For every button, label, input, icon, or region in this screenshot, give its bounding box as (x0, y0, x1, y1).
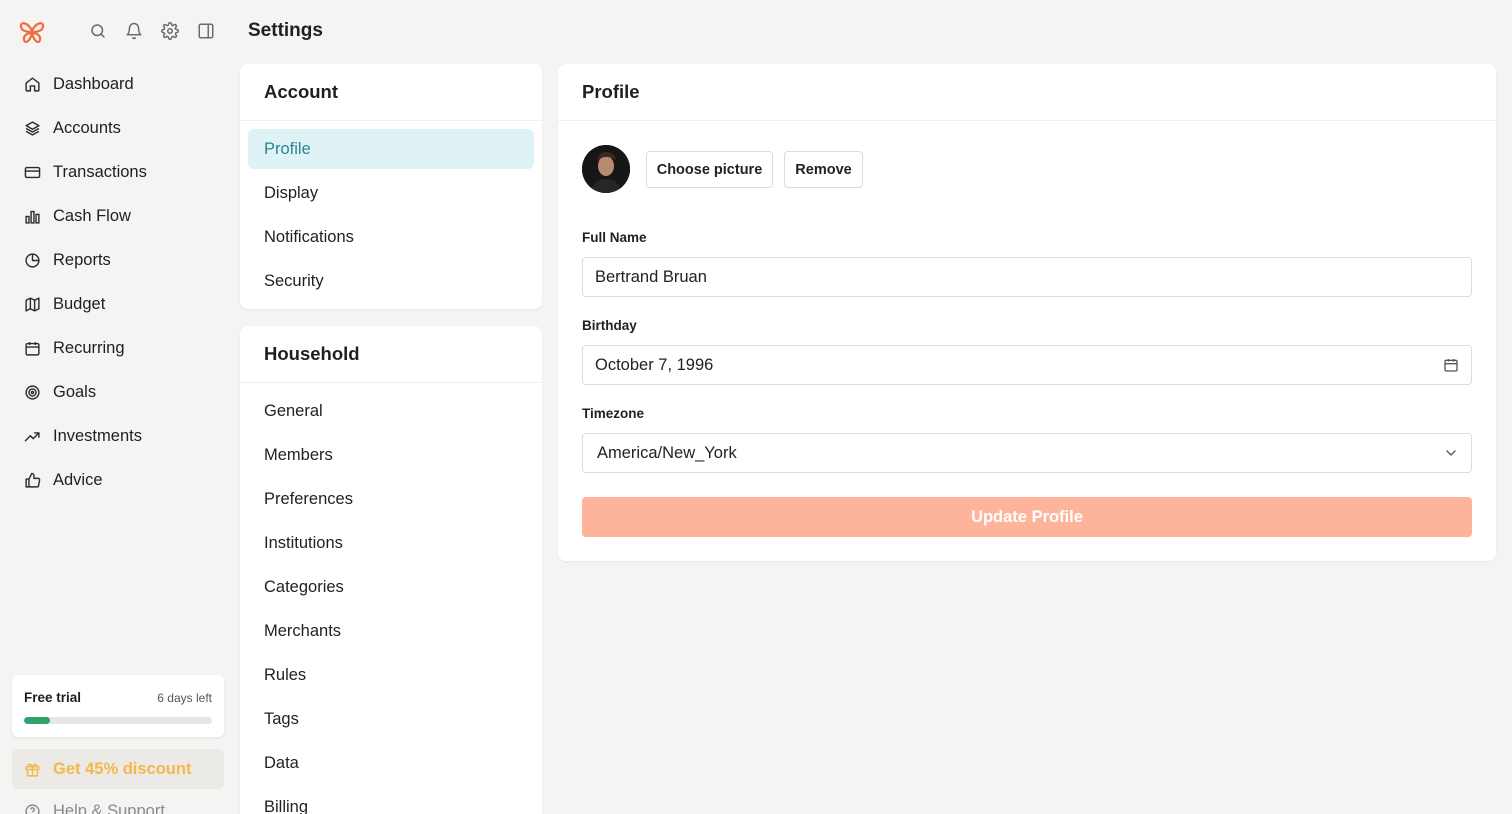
app-root: Settings Dashboard Accounts Transactions… (0, 0, 1512, 814)
settings-item-general[interactable]: General (248, 391, 534, 431)
settings-item-profile[interactable]: Profile (248, 129, 534, 169)
sidebar-item-dashboard[interactable]: Dashboard (12, 64, 224, 104)
credit-card-icon (24, 164, 41, 181)
sidebar-item-label: Dashboard (53, 74, 134, 93)
account-settings-card: Account Profile Display Notifications Se… (240, 64, 542, 309)
profile-title: Profile (558, 64, 1496, 121)
help-icon (24, 803, 41, 814)
birthday-value: October 7, 1996 (595, 355, 714, 374)
sidebar-item-transactions[interactable]: Transactions (12, 152, 224, 192)
household-section-title: Household (240, 326, 542, 383)
full-name-field[interactable]: Bertrand Bruan (582, 257, 1472, 297)
pie-chart-icon (24, 252, 41, 269)
sidebar-item-cash-flow[interactable]: Cash Flow (12, 196, 224, 236)
target-icon (24, 384, 41, 401)
page-title: Settings (248, 20, 323, 41)
settings-item-rules[interactable]: Rules (248, 655, 534, 695)
gear-icon[interactable] (161, 22, 179, 40)
sidebar-item-label: Recurring (53, 338, 125, 357)
settings-item-notifications[interactable]: Notifications (248, 217, 534, 257)
settings-item-institutions[interactable]: Institutions (248, 523, 534, 563)
gift-icon (24, 761, 41, 778)
settings-item-security[interactable]: Security (248, 261, 534, 301)
settings-item-members[interactable]: Members (248, 435, 534, 475)
choose-picture-button[interactable]: Choose picture (646, 151, 773, 188)
settings-item-display[interactable]: Display (248, 173, 534, 213)
sidebar-item-goals[interactable]: Goals (12, 372, 224, 412)
top-bar: Settings (0, 0, 1512, 64)
chevron-down-icon (1443, 445, 1459, 461)
update-profile-button[interactable]: Update Profile (582, 497, 1472, 537)
free-trial-card: Free trial 6 days left (12, 675, 224, 737)
trial-days-left: 6 days left (157, 691, 212, 705)
bar-chart-icon (24, 208, 41, 225)
timezone-label: Timezone (582, 406, 645, 421)
discount-button[interactable]: Get 45% discount (12, 749, 224, 789)
full-name-value: Bertrand Bruan (595, 267, 707, 286)
timezone-value: America/New_York (597, 443, 737, 462)
settings-item-preferences[interactable]: Preferences (248, 479, 534, 519)
home-icon (24, 76, 41, 93)
sidebar-item-label: Transactions (53, 162, 147, 181)
settings-item-data[interactable]: Data (248, 743, 534, 783)
bell-icon[interactable] (125, 22, 143, 40)
trial-progress-bar (24, 717, 212, 724)
sidebar-item-label: Accounts (53, 118, 121, 137)
sidebar-item-reports[interactable]: Reports (12, 240, 224, 280)
logo-icon[interactable] (18, 18, 46, 46)
birthday-label: Birthday (582, 318, 637, 333)
sidebar-item-label: Reports (53, 250, 111, 269)
sidebar-item-advice[interactable]: Advice (12, 460, 224, 500)
sidebar-toggle-icon[interactable] (197, 22, 215, 40)
account-section-title: Account (240, 64, 542, 121)
birthday-field[interactable]: October 7, 1996 (582, 345, 1472, 385)
timezone-select[interactable]: America/New_York (582, 433, 1472, 473)
settings-item-tags[interactable]: Tags (248, 699, 534, 739)
sidebar-item-label: Investments (53, 426, 142, 445)
calendar-icon[interactable] (1443, 357, 1459, 373)
search-icon[interactable] (89, 22, 107, 40)
trending-up-icon (24, 428, 41, 445)
discount-label: Get 45% discount (53, 759, 192, 778)
sidebar-item-label: Cash Flow (53, 206, 131, 225)
sidebar-item-accounts[interactable]: Accounts (12, 108, 224, 148)
trial-progress-fill (24, 717, 51, 724)
sidebar-item-recurring[interactable]: Recurring (12, 328, 224, 368)
help-support-link[interactable]: Help & Support (12, 796, 224, 814)
sidebar-item-label: Budget (53, 294, 106, 313)
avatar (582, 145, 630, 193)
full-name-label: Full Name (582, 230, 647, 245)
settings-item-categories[interactable]: Categories (248, 567, 534, 607)
remove-picture-button[interactable]: Remove (784, 151, 863, 188)
sidebar-item-budget[interactable]: Budget (12, 284, 224, 324)
profile-panel: Profile Choose picture Remove Full Name … (558, 64, 1496, 561)
trial-title: Free trial (24, 690, 82, 705)
thumbs-up-icon (24, 472, 41, 489)
map-icon (24, 296, 41, 313)
layers-icon (24, 120, 41, 137)
help-label: Help & Support (53, 801, 165, 814)
sidebar-item-investments[interactable]: Investments (12, 416, 224, 456)
household-settings-card: Household General Members Preferences In… (240, 326, 542, 814)
calendar-icon (24, 340, 41, 357)
settings-item-merchants[interactable]: Merchants (248, 611, 534, 651)
settings-item-billing[interactable]: Billing (248, 787, 534, 814)
sidebar-item-label: Goals (53, 382, 97, 401)
sidebar-item-label: Advice (53, 470, 103, 489)
